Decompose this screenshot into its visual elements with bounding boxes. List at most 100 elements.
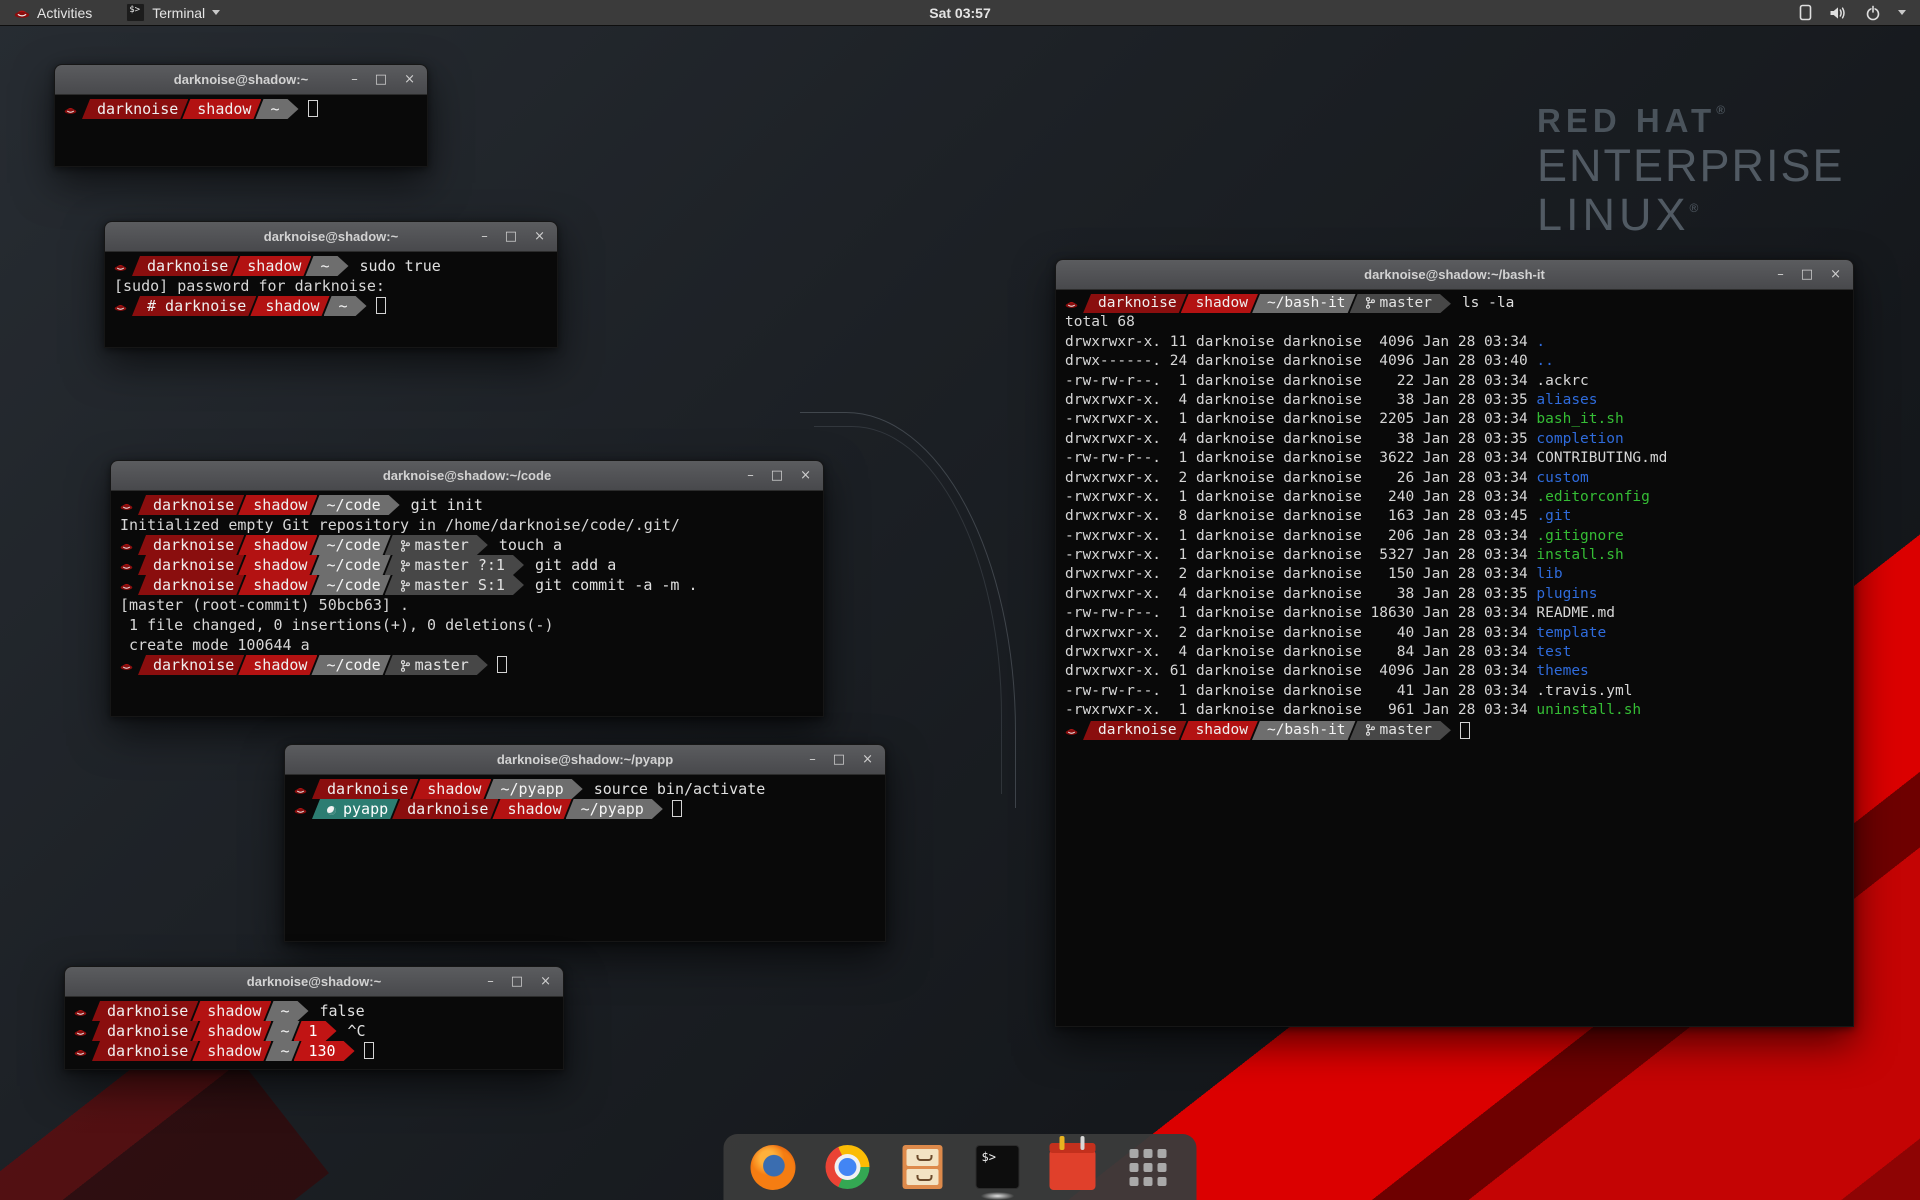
prompt-segment-host: shadow [1181,721,1258,740]
terminal-screen[interactable]: darknoise shadow ~ [55,95,427,119]
ls-row-filename: plugins [1536,586,1597,602]
command-text: sudo true [360,256,441,276]
prompt-line: darknoise shadow ~ sudo true [108,256,557,276]
terminal-screen[interactable]: darknoise shadow ~/bash-it master ls -la… [1056,290,1853,740]
terminal-cursor [497,656,507,673]
firefox-icon [750,1145,795,1190]
terminal-screen[interactable]: darknoise shadow ~/pyapp source bin/acti… [285,775,885,819]
redhat-prompt-icon [1059,721,1083,740]
ls-row-filename: .travis.yml [1536,683,1632,699]
titlebar[interactable]: darknoise@shadow:~ – □ × [105,222,557,252]
ls-row-meta: drwxrwxr-x. 2 darknoise darknoise 40 Jan… [1065,625,1536,641]
system-status-area[interactable] [1799,4,1920,21]
terminal-screen[interactable]: darknoise shadow ~ false darknoise shado… [65,997,563,1061]
app-menu-terminal[interactable]: $> Terminal [122,0,224,26]
dock-item-toolbox[interactable] [1050,1144,1096,1190]
prompt-segment-host: shadow [238,655,317,675]
ls-row-filename: .gitignore [1536,528,1623,544]
ls-row: drwxrwxr-x. 4 darknoise darknoise 38 Jan… [1059,430,1853,449]
ls-row: drwxrwxr-x. 8 darknoise darknoise 163 Ja… [1059,507,1853,526]
prompt-segment-path: ~/code [311,575,390,595]
ls-row-filename: completion [1536,431,1623,447]
ls-row-filename: bash_it.sh [1536,411,1623,427]
titlebar[interactable]: darknoise@shadow:~/bash-it – □ × [1056,260,1853,290]
prompt-segment-host: shadow [192,1041,271,1061]
close-icon[interactable]: × [404,73,415,86]
prompt-segment-path: ~/bash-it [1252,721,1356,740]
close-icon[interactable]: × [1830,268,1841,281]
ls-row-filename: themes [1536,663,1588,679]
prompt-segment-host: shadow [238,535,317,555]
maximize-icon[interactable]: □ [1801,268,1813,281]
terminal-window-sudo[interactable]: darknoise@shadow:~ – □ × darknoise shado… [104,221,558,348]
prompt-line: darknoise shadow ~/pyapp source bin/acti… [288,779,885,799]
ls-row-meta: -rwxrwxr-x. 1 darknoise darknoise 5327 J… [1065,547,1536,563]
close-icon[interactable]: × [862,753,873,766]
prompt-line: darknoise shadow ~/code git init [114,495,823,515]
prompt-segment-path: ~ [324,296,367,316]
terminal-screen[interactable]: darknoise shadow ~/code git init Initial… [111,491,823,675]
dock-item-files[interactable] [900,1144,946,1190]
dock-item-firefox[interactable] [750,1144,796,1190]
terminal-window-home-1[interactable]: darknoise@shadow:~ – □ × darknoise shado… [54,64,428,167]
ls-row: -rwxrwxr-x. 1 darknoise darknoise 240 Ja… [1059,488,1853,507]
redhat-prompt-icon [114,575,138,595]
prompt-segment-git: master [385,535,488,555]
terminal-window-code[interactable]: darknoise@shadow:~/code – □ × darknoise … [110,460,824,717]
prompt-line: pyapp darknoise shadow ~/pyapp [288,799,885,819]
ls-row-meta: drwxrwxr-x. 61 darknoise darknoise 4096 … [1065,663,1536,679]
close-icon[interactable]: × [800,469,811,482]
terminal-cursor [364,1042,374,1059]
clock[interactable]: Sat 03:57 [0,5,1920,21]
prompt-line: darknoise shadow ~/code master touch a [114,535,823,555]
prompt-segment-user: darknoise [138,495,244,515]
prompt-segment-path: ~ [255,99,298,119]
ls-row-meta: -rwxrwxr-x. 1 darknoise darknoise 2205 J… [1065,411,1536,427]
close-icon[interactable]: × [534,230,545,243]
chrome-icon [826,1145,870,1189]
prompt-line-root: # darknoise shadow ~ [108,296,557,316]
ls-row-meta: -rwxrwxr-x. 1 darknoise darknoise 961 Ja… [1065,702,1536,718]
activities-button[interactable]: Activities [10,0,96,26]
prompt-segment-git: master ?:1 [385,555,524,575]
terminal-cursor [1460,722,1470,739]
maximize-icon[interactable]: □ [833,753,845,766]
titlebar[interactable]: darknoise@shadow:~ – □ × [55,65,427,95]
command-text: ls -la [1462,294,1514,313]
dock-item-app-grid[interactable] [1125,1144,1171,1190]
minimize-icon[interactable]: – [481,230,488,243]
dock-item-chrome[interactable] [825,1144,871,1190]
ls-row-filename: .ackrc [1536,373,1588,389]
titlebar[interactable]: darknoise@shadow:~ – □ × [65,967,563,997]
ls-row: -rw-rw-r--. 1 darknoise darknoise 3622 J… [1059,449,1853,468]
prompt-segment-user: darknoise [138,575,244,595]
running-app-indicator [981,1192,1015,1200]
prompt-segment-user: darknoise [1083,294,1187,313]
terminal-cursor [672,800,682,817]
minimize-icon[interactable]: – [487,975,494,988]
close-icon[interactable]: × [540,975,551,988]
ls-row: drwxrwxr-x. 2 darknoise darknoise 40 Jan… [1059,624,1853,643]
minimize-icon[interactable]: – [1777,268,1784,281]
top-bar: Activities $> Terminal Sat 03:57 [0,0,1920,26]
titlebar[interactable]: darknoise@shadow:~/code – □ × [111,461,823,491]
prompt-segment-git: master [1350,294,1451,313]
terminal-screen[interactable]: darknoise shadow ~ sudo true [sudo] pass… [105,252,557,316]
maximize-icon[interactable]: □ [771,469,783,482]
prompt-segment-path: ~/code [311,495,399,515]
terminal-window-home-2[interactable]: darknoise@shadow:~ – □ × darknoise shado… [64,966,564,1070]
prompt-segment-user: # darknoise [132,296,256,316]
maximize-icon[interactable]: □ [375,73,387,86]
minimize-icon[interactable]: – [747,469,754,482]
minimize-icon[interactable]: – [351,73,358,86]
command-text: false [320,1001,365,1021]
dock-item-terminal[interactable]: $> [975,1144,1021,1190]
maximize-icon[interactable]: □ [505,230,517,243]
minimize-icon[interactable]: – [809,753,816,766]
prompt-line: darknoise shadow ~ [58,99,427,119]
redhat-prompt-icon [114,555,138,575]
maximize-icon[interactable]: □ [511,975,523,988]
terminal-window-pyapp[interactable]: darknoise@shadow:~/pyapp – □ × darknoise… [284,744,886,942]
titlebar[interactable]: darknoise@shadow:~/pyapp – □ × [285,745,885,775]
terminal-window-bash-it[interactable]: darknoise@shadow:~/bash-it – □ × darknoi… [1055,259,1854,1027]
